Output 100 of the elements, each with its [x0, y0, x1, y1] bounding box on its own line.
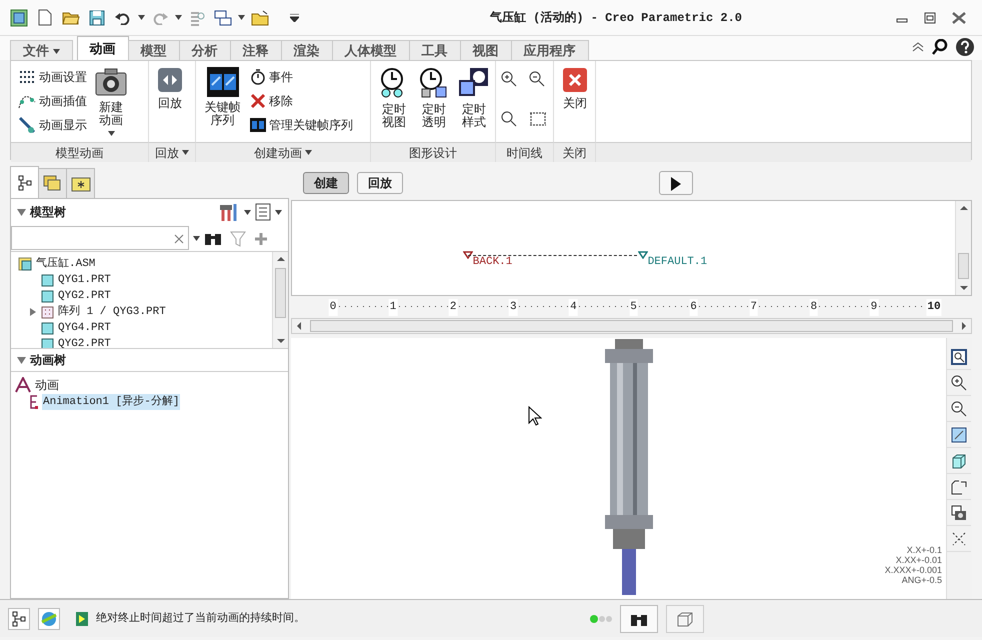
caret-icon [108, 131, 114, 136]
tree-item[interactable]: QYG2.PRT [57, 336, 112, 348]
ribbon-button[interactable]: 事件 [248, 65, 355, 89]
repaint-icon[interactable] [951, 426, 967, 442]
ribbon-tab[interactable]: 分析 [178, 40, 231, 60]
search-field[interactable] [11, 226, 189, 250]
ribbon-tab[interactable]: 动画 [76, 36, 129, 60]
scroll-thumb[interactable] [275, 268, 286, 318]
caret-icon [305, 150, 312, 155]
file-menu-tab[interactable]: 文件 [10, 40, 73, 60]
ribbon-button[interactable]: 移除 [248, 89, 355, 113]
ribbon-tab[interactable]: 视图 [460, 40, 512, 60]
zoom-out-icon[interactable] [951, 400, 967, 416]
scroll-thumb[interactable] [310, 320, 953, 332]
ribbon-button[interactable]: 关闭 [559, 65, 591, 142]
ribbon-button[interactable]: 定时样式 [456, 65, 492, 142]
customize-caret-icon[interactable] [290, 14, 298, 22]
filmstrip-icon [206, 67, 238, 97]
tree-item[interactable]: QYG1.PRT [57, 272, 112, 288]
keyframe-marker-icon[interactable] [638, 251, 648, 259]
camera-icon[interactable] [951, 504, 967, 520]
zoom-out-icon[interactable] [529, 70, 545, 87]
status-message: 绝对终止时间超过了当前动画的持续时间。 [96, 611, 305, 626]
tree-item[interactable]: 阵列 1 / QYG3.PRT [57, 304, 167, 320]
zoom-in-icon[interactable] [501, 70, 517, 87]
collapse-arrow-icon [17, 356, 26, 364]
refit-icon[interactable] [951, 348, 967, 364]
ruler-label: 7 [749, 299, 758, 316]
cube-icon[interactable] [951, 452, 967, 468]
scrollbar[interactable] [955, 201, 971, 295]
browser-globe-icon[interactable] [40, 610, 58, 628]
play-button[interactable] [659, 171, 693, 195]
datum-display-icon[interactable] [951, 530, 967, 546]
clear-icon[interactable] [174, 234, 184, 244]
open-folder-icon[interactable] [62, 10, 80, 25]
tree-item[interactable]: Animation1 [异步-分解] [42, 394, 180, 410]
ribbon-tab[interactable]: 人体模型 [332, 40, 410, 60]
collapsed-arrow-icon[interactable] [29, 308, 37, 316]
zoom-icon[interactable] [501, 111, 517, 128]
tree-item[interactable]: QYG2.PRT [57, 288, 112, 304]
caret-icon [175, 15, 182, 20]
ribbon-button[interactable]: 回放 [154, 65, 186, 142]
windows-icon[interactable] [214, 10, 232, 26]
ribbon-button[interactable]: 关键帧序列 [201, 65, 244, 142]
part-icon [41, 290, 54, 302]
undo-icon[interactable] [115, 10, 131, 24]
grid-settings-icon [18, 68, 36, 86]
mouse-cursor-icon [528, 406, 542, 426]
folders-icon [42, 174, 62, 192]
ribbon-tab[interactable]: 渲染 [280, 40, 333, 60]
add-icon[interactable] [254, 232, 268, 246]
save-icon[interactable] [89, 10, 105, 26]
maximize-icon[interactable] [924, 12, 936, 24]
scroll-thumb[interactable] [958, 253, 969, 279]
ribbon-button[interactable]: 管理关键帧序列 [248, 113, 355, 137]
box-icon[interactable] [676, 610, 694, 626]
ribbon-group-label[interactable]: 创建动画 [196, 142, 371, 162]
caret-icon [193, 236, 200, 240]
ruler-label: 9 [870, 299, 878, 316]
ribbon-button[interactable]: 定时透明 [416, 65, 452, 142]
ribbon-tab[interactable]: 应用程序 [510, 40, 589, 60]
collapse-arrow-icon [17, 208, 26, 216]
group-label: 模型动画 [56, 144, 104, 162]
tree-item[interactable]: 气压缸.ASM [35, 256, 96, 272]
saved-views-icon[interactable] [950, 478, 968, 494]
collapse-ribbon-icon[interactable] [912, 42, 924, 52]
part-icon [41, 338, 54, 348]
section-title: 模型树 [30, 204, 66, 221]
new-file-icon[interactable] [38, 9, 52, 26]
group-label: 关闭 [562, 144, 586, 162]
close-window-icon[interactable] [952, 12, 966, 24]
scrollbar[interactable] [272, 252, 288, 348]
horizontal-scrollbar[interactable] [291, 318, 972, 334]
ribbon-button[interactable]: 定时视图 [376, 65, 412, 142]
ribbon-group-label[interactable]: 回放 [149, 142, 196, 162]
list-settings-icon[interactable] [255, 203, 271, 221]
tree-icon[interactable] [12, 610, 26, 626]
timeline-range-icon[interactable] [529, 111, 547, 128]
keyframe-label: BACK.1 [472, 255, 512, 270]
ribbon-button[interactable]: 动画显示 [16, 113, 89, 137]
zoom-in-icon[interactable] [951, 374, 967, 390]
help-icon[interactable] [956, 38, 974, 56]
keyframe-marker-icon[interactable] [462, 251, 473, 259]
status-dots-icon [590, 614, 612, 622]
tree-item[interactable]: 动画 [34, 376, 60, 394]
navigator-tab[interactable] [10, 166, 39, 198]
folder-icon[interactable] [251, 10, 269, 26]
ribbon-button[interactable]: 动画插值 [16, 89, 89, 113]
tree-item[interactable]: QYG4.PRT [57, 320, 112, 336]
ribbon-button[interactable]: 新建动画 [93, 65, 129, 142]
mode-button[interactable]: 回放 [357, 172, 403, 194]
ribbon-tab[interactable]: 模型 [128, 40, 180, 60]
mode-button[interactable]: 创建 [303, 172, 349, 194]
caret-icon [244, 210, 251, 216]
ribbon-button[interactable]: 动画设置 [16, 65, 89, 89]
ribbon-tab[interactable]: 注释 [230, 40, 282, 60]
caret-icon [138, 15, 145, 20]
search-icon[interactable] [932, 39, 948, 55]
section-title: 动画树 [30, 352, 66, 369]
ribbon-tab[interactable]: 工具 [408, 40, 461, 60]
